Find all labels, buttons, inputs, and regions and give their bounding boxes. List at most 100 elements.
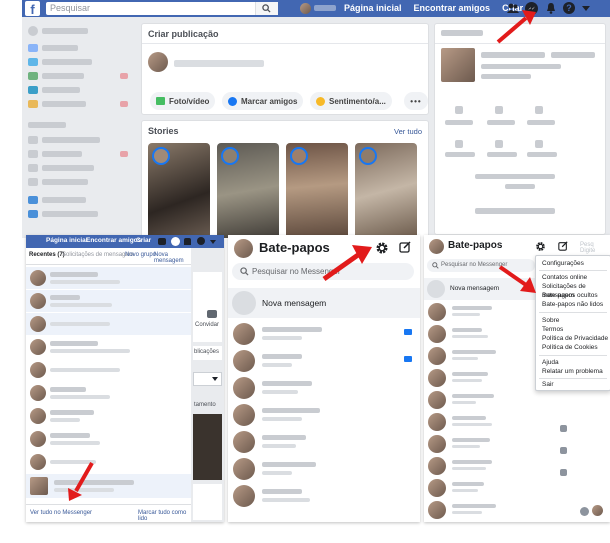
avatar [428,369,446,387]
list-item[interactable] [424,301,536,322]
avatar [30,477,48,495]
menu-item-privacy-policy[interactable]: Política de Privacidade [542,334,608,343]
background-remnant: Convidar blicações tamento [191,248,224,522]
menu-item-online-contacts[interactable]: Contatos online [542,273,587,282]
new-message-row[interactable]: Nova mensagem [228,288,420,318]
avatar [233,377,255,399]
search-placeholder: Pesquisar [50,3,91,13]
notifications-icon[interactable] [545,2,557,14]
chevron-down-icon[interactable] [582,6,590,11]
mark-all-read-link[interactable]: Marcar tudo como lido [138,510,191,522]
nav-find-friends[interactable]: Encontrar amigos [414,3,491,13]
red-arrow [496,10,536,44]
list-item[interactable] [26,313,191,335]
settings-button[interactable] [535,241,546,252]
list-item[interactable] [424,477,536,498]
messenger-icon[interactable] [171,237,180,246]
new-message-avatar [232,291,256,315]
photo-icon [156,97,165,105]
people-icon [207,310,217,318]
tag-friends-button[interactable]: Marcar amigos [222,92,304,110]
list-item[interactable] [228,483,420,509]
menu-item-terms[interactable]: Termos [542,325,563,334]
menu-item-cookie-policy[interactable]: Política de Cookies [542,343,598,352]
add-icon[interactable] [580,507,589,516]
list-item[interactable] [26,267,191,289]
nav-home[interactable]: Página inicial [344,3,402,13]
feeling-button[interactable]: Sentimento/a... [310,92,392,110]
stories-see-all[interactable]: Ver tudo [394,127,422,136]
stories-card: Stories Ver tudo [141,120,429,238]
compose-button[interactable] [399,241,411,253]
new-group-link[interactable]: Novo grupo [125,252,156,258]
more-options-button[interactable]: ••• [404,92,428,110]
avatar [233,431,255,453]
list-item[interactable] [26,405,191,427]
nav-home[interactable]: Página inicial [46,237,88,244]
menu-item-unread-chats[interactable]: Bate-papos não lidos [542,300,603,309]
avatar [30,408,46,424]
list-item[interactable] [26,290,191,312]
list-item[interactable] [424,367,536,388]
facebook-logo[interactable]: f [25,1,40,17]
compose-button[interactable] [558,241,568,251]
list-item[interactable] [424,433,536,454]
chevron-down-icon [212,377,218,381]
chats-title: Bate-papos [448,240,503,251]
list-item[interactable] [228,321,420,347]
avatar [30,293,46,309]
list-item[interactable] [228,375,420,401]
avatar [233,485,255,507]
help-icon[interactable] [197,237,205,245]
notifications-icon[interactable] [184,238,191,245]
list-item[interactable] [26,474,191,498]
menu-item-about[interactable]: Sobre [542,316,559,325]
list-item[interactable] [26,451,191,473]
nav-create[interactable]: Criar [136,237,151,244]
photo-video-button[interactable]: Foto/vídeo [150,92,216,110]
list-item[interactable] [424,499,536,520]
help-icon[interactable]: ? [563,2,575,14]
friends-icon[interactable] [158,238,166,245]
select-box[interactable] [193,372,222,386]
search-input[interactable]: Pesquisar [46,2,278,15]
see-all-in-messenger-link[interactable]: Ver tudo no Messenger [30,510,92,516]
list-item[interactable] [26,428,191,450]
list-item[interactable] [424,411,536,432]
menu-item-report-problem[interactable]: Relatar um problema [542,367,603,376]
menu-item-settings[interactable]: Configurações [542,259,584,268]
menu-item-hidden-chats[interactable]: Bate-papos ocultos [542,291,598,300]
list-item[interactable] [424,455,536,476]
list-item[interactable] [424,345,536,366]
avatar [592,505,603,516]
dropdown-header: Recentes (7) Solicitações de mensagem No… [29,252,189,264]
avatar [30,431,46,447]
tab-recent[interactable]: Recentes (7) [29,252,65,258]
composer-input[interactable] [174,56,414,70]
menu-item-logout[interactable]: Sair [542,380,554,389]
list-item[interactable] [228,402,420,428]
menu-item-message-requests[interactable]: Solicitações de mensagem [542,282,610,299]
profile-shortcut[interactable] [300,2,338,14]
list-item[interactable] [228,456,420,482]
conversation-list [228,321,420,522]
tab-message-requests[interactable]: Solicitações de mensagem [62,252,134,258]
list-item[interactable] [26,359,191,381]
new-message-link[interactable]: Nova mensagem [154,252,189,264]
list-item[interactable] [228,348,420,374]
menu-item-help[interactable]: Ajuda [542,358,559,367]
avatar [428,413,446,431]
search-button[interactable] [255,2,278,15]
search-icon [432,262,439,269]
settings-menu: Configurações Contatos online Solicitaçõ… [535,255,610,391]
invite-label[interactable]: Convidar [195,322,219,328]
nav-find-friends[interactable]: Encontrar amigos [86,237,141,244]
chevron-down-icon[interactable] [210,240,216,244]
list-item[interactable] [26,336,191,358]
list-item[interactable] [424,389,536,410]
list-item[interactable] [424,323,536,344]
list-item[interactable] [228,429,420,455]
list-item[interactable] [26,382,191,404]
new-message-label: Nova mensagem [262,298,327,308]
avatar [234,239,253,258]
